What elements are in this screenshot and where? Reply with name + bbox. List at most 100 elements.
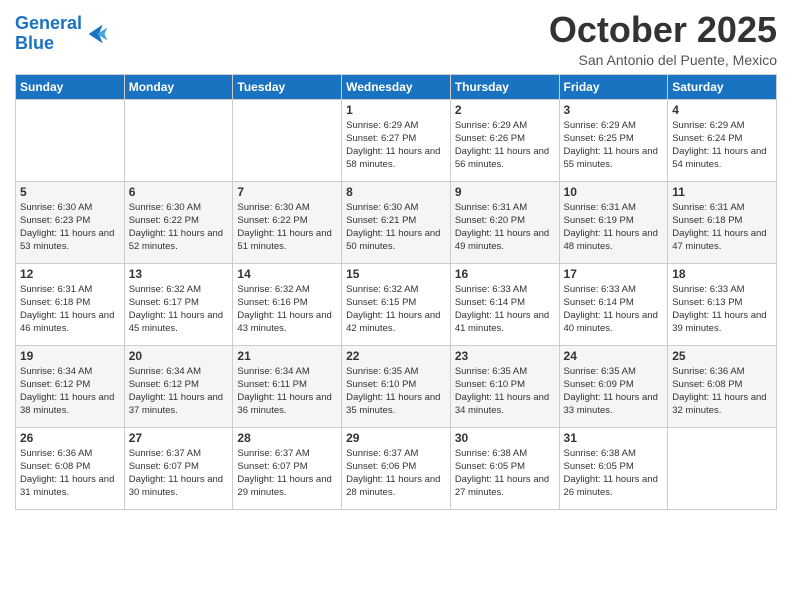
title-block: October 2025 San Antonio del Puente, Mex… xyxy=(549,10,777,68)
weekday-header-saturday: Saturday xyxy=(668,74,777,99)
calendar-week-row: 5Sunrise: 6:30 AM Sunset: 6:23 PM Daylig… xyxy=(16,181,777,263)
calendar-day-31: 31 Sunrise: 6:38 AM Sunset: 6:05 PM Dayli… xyxy=(559,427,668,509)
calendar-day-30: 30 Sunrise: 6:38 AM Sunset: 6:05 PM Dayli… xyxy=(450,427,559,509)
day-info: Sunrise: 6:37 AM Sunset: 6:06 PM Dayligh… xyxy=(346,447,446,500)
calendar-week-row: 19 Sunrise: 6:34 AM Sunset: 6:12 PM Dayli… xyxy=(16,345,777,427)
day-info: Sunrise: 6:35 AM Sunset: 6:10 PM Dayligh… xyxy=(346,365,446,418)
page: General Blue October 2025 San Antonio de… xyxy=(0,0,792,612)
day-number: 18 xyxy=(672,267,772,281)
day-info: Sunrise: 6:36 AM Sunset: 6:08 PM Dayligh… xyxy=(20,447,120,500)
day-number: 25 xyxy=(672,349,772,363)
day-info: Sunrise: 6:33 AM Sunset: 6:14 PM Dayligh… xyxy=(564,283,664,336)
calendar-day-23: 23Sunrise: 6:35 AM Sunset: 6:10 PM Dayli… xyxy=(450,345,559,427)
calendar-day-26: 26 Sunrise: 6:36 AM Sunset: 6:08 PM Dayli… xyxy=(16,427,125,509)
calendar-day-21: 21 Sunrise: 6:34 AM Sunset: 6:11 PM Dayli… xyxy=(233,345,342,427)
day-info: Sunrise: 6:33 AM Sunset: 6:14 PM Dayligh… xyxy=(455,283,555,336)
day-info: Sunrise: 6:29 AM Sunset: 6:27 PM Dayligh… xyxy=(346,119,446,172)
day-number: 20 xyxy=(129,349,229,363)
day-number: 15 xyxy=(346,267,446,281)
calendar-day-13: 13 Sunrise: 6:32 AM Sunset: 6:17 PM Dayli… xyxy=(124,263,233,345)
day-number: 17 xyxy=(564,267,664,281)
weekday-header-wednesday: Wednesday xyxy=(342,74,451,99)
calendar-day-5: 5Sunrise: 6:30 AM Sunset: 6:23 PM Daylig… xyxy=(16,181,125,263)
month-title: October 2025 xyxy=(549,10,777,50)
calendar-day-7: 7 Sunrise: 6:30 AM Sunset: 6:22 PM Daylig… xyxy=(233,181,342,263)
weekday-header-thursday: Thursday xyxy=(450,74,559,99)
day-info: Sunrise: 6:29 AM Sunset: 6:25 PM Dayligh… xyxy=(564,119,664,172)
day-number: 27 xyxy=(129,431,229,445)
day-number: 7 xyxy=(237,185,337,199)
day-info: Sunrise: 6:34 AM Sunset: 6:12 PM Dayligh… xyxy=(129,365,229,418)
calendar-day-24: 24 Sunrise: 6:35 AM Sunset: 6:09 PM Dayli… xyxy=(559,345,668,427)
day-info: Sunrise: 6:37 AM Sunset: 6:07 PM Dayligh… xyxy=(129,447,229,500)
calendar-week-row: 12 Sunrise: 6:31 AM Sunset: 6:18 PM Dayli… xyxy=(16,263,777,345)
calendar-empty-cell xyxy=(668,427,777,509)
day-info: Sunrise: 6:32 AM Sunset: 6:16 PM Dayligh… xyxy=(237,283,337,336)
logo: General Blue xyxy=(15,14,112,54)
day-number: 22 xyxy=(346,349,446,363)
day-number: 24 xyxy=(564,349,664,363)
calendar-day-9: 9Sunrise: 6:31 AM Sunset: 6:20 PM Daylig… xyxy=(450,181,559,263)
location-subtitle: San Antonio del Puente, Mexico xyxy=(549,52,777,68)
logo-text: General Blue xyxy=(15,14,82,54)
calendar-empty-cell xyxy=(124,99,233,181)
calendar-week-row: 1 Sunrise: 6:29 AM Sunset: 6:27 PM Daylig… xyxy=(16,99,777,181)
calendar-day-11: 11Sunrise: 6:31 AM Sunset: 6:18 PM Dayli… xyxy=(668,181,777,263)
day-info: Sunrise: 6:31 AM Sunset: 6:19 PM Dayligh… xyxy=(564,201,664,254)
day-number: 30 xyxy=(455,431,555,445)
logo-icon xyxy=(84,20,112,48)
day-info: Sunrise: 6:31 AM Sunset: 6:20 PM Dayligh… xyxy=(455,201,555,254)
day-number: 5 xyxy=(20,185,120,199)
day-info: Sunrise: 6:36 AM Sunset: 6:08 PM Dayligh… xyxy=(672,365,772,418)
day-info: Sunrise: 6:34 AM Sunset: 6:12 PM Dayligh… xyxy=(20,365,120,418)
day-info: Sunrise: 6:38 AM Sunset: 6:05 PM Dayligh… xyxy=(564,447,664,500)
day-number: 11 xyxy=(672,185,772,199)
calendar-table: SundayMondayTuesdayWednesdayThursdayFrid… xyxy=(15,74,777,510)
calendar-day-28: 28Sunrise: 6:37 AM Sunset: 6:07 PM Dayli… xyxy=(233,427,342,509)
day-number: 14 xyxy=(237,267,337,281)
day-number: 29 xyxy=(346,431,446,445)
calendar-day-20: 20 Sunrise: 6:34 AM Sunset: 6:12 PM Dayli… xyxy=(124,345,233,427)
day-number: 12 xyxy=(20,267,120,281)
day-number: 6 xyxy=(129,185,229,199)
day-number: 26 xyxy=(20,431,120,445)
day-number: 8 xyxy=(346,185,446,199)
day-info: Sunrise: 6:31 AM Sunset: 6:18 PM Dayligh… xyxy=(20,283,120,336)
calendar-day-10: 10Sunrise: 6:31 AM Sunset: 6:19 PM Dayli… xyxy=(559,181,668,263)
day-info: Sunrise: 6:35 AM Sunset: 6:09 PM Dayligh… xyxy=(564,365,664,418)
day-info: Sunrise: 6:30 AM Sunset: 6:22 PM Dayligh… xyxy=(129,201,229,254)
day-info: Sunrise: 6:34 AM Sunset: 6:11 PM Dayligh… xyxy=(237,365,337,418)
day-info: Sunrise: 6:38 AM Sunset: 6:05 PM Dayligh… xyxy=(455,447,555,500)
weekday-header-sunday: Sunday xyxy=(16,74,125,99)
calendar-empty-cell xyxy=(233,99,342,181)
day-number: 3 xyxy=(564,103,664,117)
day-number: 13 xyxy=(129,267,229,281)
calendar-day-25: 25 Sunrise: 6:36 AM Sunset: 6:08 PM Dayli… xyxy=(668,345,777,427)
calendar-header-row: SundayMondayTuesdayWednesdayThursdayFrid… xyxy=(16,74,777,99)
day-info: Sunrise: 6:30 AM Sunset: 6:21 PM Dayligh… xyxy=(346,201,446,254)
weekday-header-friday: Friday xyxy=(559,74,668,99)
day-info: Sunrise: 6:29 AM Sunset: 6:26 PM Dayligh… xyxy=(455,119,555,172)
day-number: 21 xyxy=(237,349,337,363)
day-info: Sunrise: 6:32 AM Sunset: 6:15 PM Dayligh… xyxy=(346,283,446,336)
day-number: 1 xyxy=(346,103,446,117)
day-info: Sunrise: 6:29 AM Sunset: 6:24 PM Dayligh… xyxy=(672,119,772,172)
day-number: 2 xyxy=(455,103,555,117)
day-number: 19 xyxy=(20,349,120,363)
page-header: General Blue October 2025 San Antonio de… xyxy=(15,10,777,68)
day-info: Sunrise: 6:33 AM Sunset: 6:13 PM Dayligh… xyxy=(672,283,772,336)
day-info: Sunrise: 6:37 AM Sunset: 6:07 PM Dayligh… xyxy=(237,447,337,500)
day-info: Sunrise: 6:35 AM Sunset: 6:10 PM Dayligh… xyxy=(455,365,555,418)
day-info: Sunrise: 6:32 AM Sunset: 6:17 PM Dayligh… xyxy=(129,283,229,336)
day-number: 31 xyxy=(564,431,664,445)
weekday-header-monday: Monday xyxy=(124,74,233,99)
day-number: 4 xyxy=(672,103,772,117)
calendar-empty-cell xyxy=(16,99,125,181)
calendar-day-12: 12 Sunrise: 6:31 AM Sunset: 6:18 PM Dayli… xyxy=(16,263,125,345)
calendar-day-19: 19 Sunrise: 6:34 AM Sunset: 6:12 PM Dayli… xyxy=(16,345,125,427)
logo-line1: General xyxy=(15,13,82,33)
calendar-day-22: 22 Sunrise: 6:35 AM Sunset: 6:10 PM Dayli… xyxy=(342,345,451,427)
weekday-header-tuesday: Tuesday xyxy=(233,74,342,99)
day-info: Sunrise: 6:30 AM Sunset: 6:22 PM Dayligh… xyxy=(237,201,337,254)
calendar-day-6: 6 Sunrise: 6:30 AM Sunset: 6:22 PM Daylig… xyxy=(124,181,233,263)
